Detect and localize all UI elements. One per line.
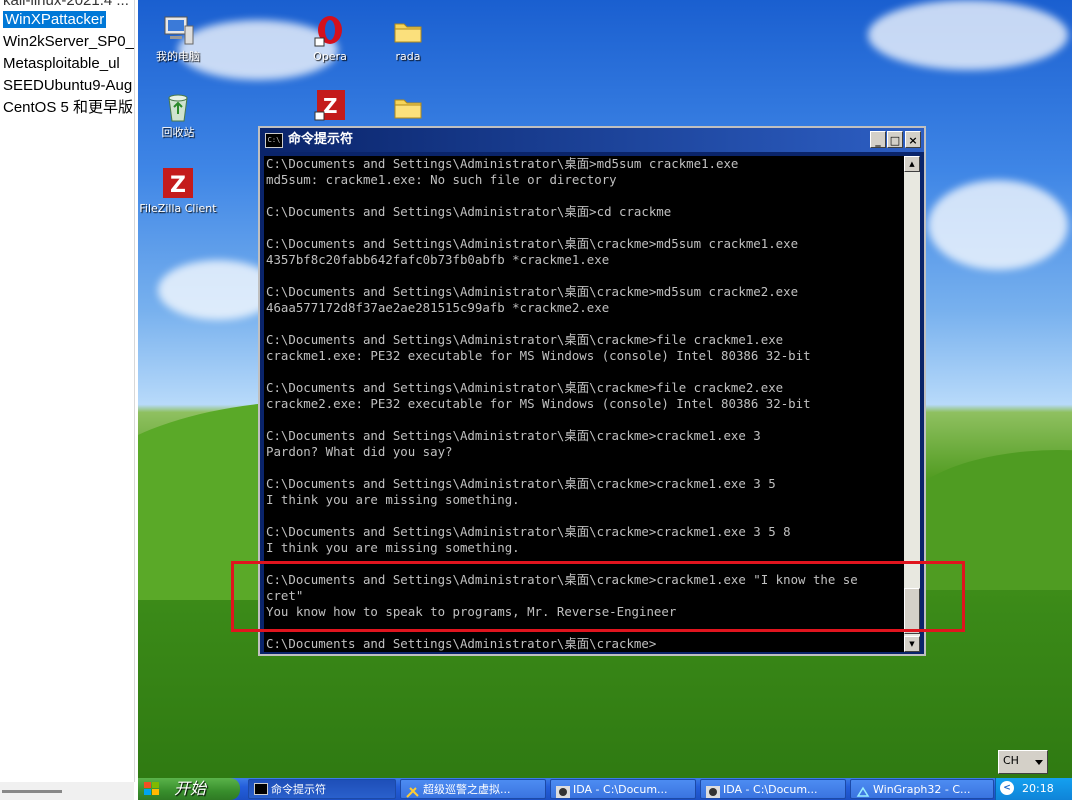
filezilla-shortcut-icon: Z [313,88,347,122]
close-button[interactable]: × [905,131,921,148]
desktop-icon-folder[interactable] [368,90,448,124]
svg-text:Z: Z [170,173,186,198]
vm-item-seedubuntu[interactable]: SEEDUbuntu9-Aug [0,75,134,97]
taskbar-item-ida-2[interactable]: IDA - C:\Docum... [700,779,846,799]
filezilla-icon: Z [161,166,195,200]
vm-item-winxpattacker[interactable]: WinXPattacker [0,9,134,31]
vm-item-label: Win2kServer_SP0_ [3,33,134,50]
cmd-title: 命令提示符 [288,132,354,147]
ida-icon [556,783,570,798]
wingraph-icon [856,783,870,797]
desktop-icon-label: rada [395,50,421,63]
system-tray: < 20:18 [995,778,1072,800]
scrollbar-thumb[interactable] [2,790,62,793]
taskbar-item-label: IDA - C:\Docum... [573,783,668,796]
vm-list-panel: kali-linux-2021.4 ... WinXPattacker Win2… [0,0,135,782]
cmd-icon: C:\ [265,133,283,148]
desktop-icon-filezilla-shortcut[interactable]: Z [290,88,370,122]
vm-item-centos[interactable]: CentOS 5 和更早版 [0,97,134,119]
svg-text:Z: Z [323,94,338,118]
desktop-icon-label: FileZilla Client [139,202,217,215]
chevron-down-icon[interactable] [1035,760,1043,765]
vm-item-label: WinXPattacker [3,11,107,28]
opera-icon [313,14,347,48]
scroll-up-icon[interactable]: ▲ [904,156,920,172]
ida-icon [706,783,720,798]
taskbar-item-cmd[interactable]: 命令提示符 [248,779,396,799]
folder-icon [391,14,425,48]
recycle-bin-icon [161,90,195,124]
folder-icon [391,90,425,124]
tool-icon [406,783,420,798]
desktop-icon-label: 回收站 [161,126,195,139]
vm-item-label: Metasploitable_ul [3,55,120,72]
clock[interactable]: 20:18 [1022,781,1054,796]
vm-item-label: CentOS 5 和更早版 [3,99,134,116]
vm-item-label: SEEDUbuntu9-Aug [3,77,133,94]
taskbar-item-label: 命令提示符 [271,783,326,796]
taskbar-item-label: IDA - C:\Docum... [723,783,818,796]
vm-list-horizontal-scrollbar[interactable] [0,782,134,800]
vm-item-kali[interactable]: kali-linux-2021.4 ... [0,0,134,9]
maximize-button[interactable]: □ [887,131,903,148]
vm-item-label: kali-linux-2021.4 ... [3,0,129,9]
language-bar[interactable]: CH [998,750,1048,774]
desktop-icon-opera[interactable]: Opera [290,14,370,63]
desktop-icon-filezilla[interactable]: Z FileZilla Client [138,166,218,215]
language-code: CH [1003,754,1019,767]
cmd-icon [254,783,268,795]
taskbar-item-ida-1[interactable]: IDA - C:\Docum... [550,779,696,799]
desktop-icon-my-computer[interactable]: 我的电脑 [138,14,218,63]
cloud [928,180,1068,270]
desktop-icon-label: Opera [313,50,347,63]
vm-item-win2kserver[interactable]: Win2kServer_SP0_ [0,31,134,53]
scroll-down-icon[interactable]: ▼ [904,636,920,652]
my-computer-icon [161,14,195,48]
annotation-highlight-box [231,561,965,632]
taskbar-item-label: WinGraph32 - C... [873,783,971,796]
taskbar: 开始 命令提示符 超级巡警之虚拟... IDA - C:\Docum... ID… [138,778,1072,800]
taskbar-item-wingraph32[interactable]: WinGraph32 - C... [850,779,994,799]
minimize-button[interactable]: _ [870,131,886,148]
desktop-icon-recycle-bin[interactable]: 回收站 [138,90,218,139]
taskbar-item-virtual[interactable]: 超级巡警之虚拟... [400,779,546,799]
start-label: 开始 [174,779,207,798]
taskbar-item-label: 超级巡警之虚拟... [423,783,511,796]
cloud [868,0,1068,70]
windows-flag-icon [144,782,159,795]
vm-item-metasploitable[interactable]: Metasploitable_ul [0,53,134,75]
cmd-title-bar[interactable]: C:\ 命令提示符 _ □ × [260,128,924,152]
desktop-icon-label: 我的电脑 [156,50,200,63]
tray-expand-icon[interactable]: < [1000,781,1014,795]
start-button[interactable]: 开始 [138,778,240,800]
desktop-icon-rada[interactable]: rada [368,14,448,63]
